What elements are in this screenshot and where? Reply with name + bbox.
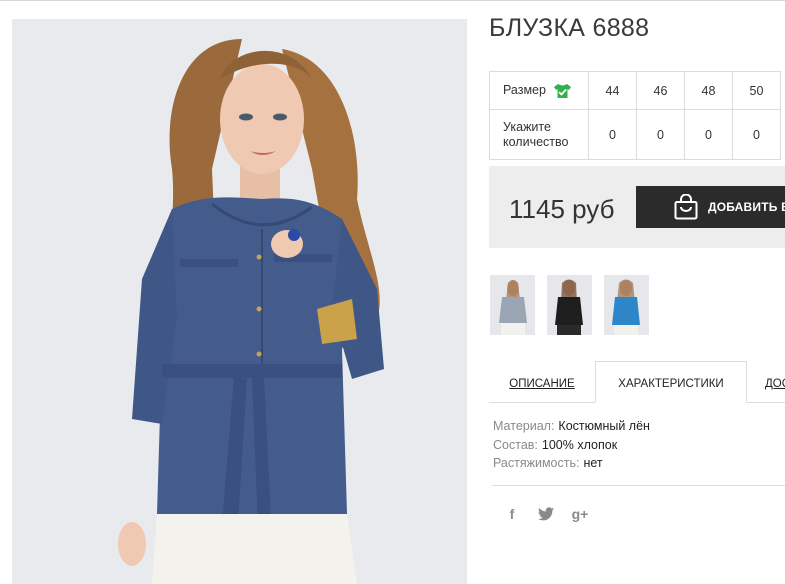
spec-row-composition: Состав: 100% хлопок [493,436,650,455]
thumb-grey-blouse[interactable] [490,275,535,335]
facebook-icon[interactable]: f [503,506,521,522]
social-share: f g+ [503,506,589,522]
product-main-photo[interactable] [12,19,467,584]
quantity-label: Укажите количество [489,109,589,160]
product-price: 1145 руб [509,194,615,224]
tab-description[interactable]: ОПИСАНИЕ [489,361,595,403]
spec-value: Костюмный лён [558,419,650,433]
google-plus-icon[interactable]: g+ [571,506,589,522]
product-title: БЛУЗКА 6888 [489,14,650,42]
top-divider [0,0,785,1]
spec-row-stretch: Растяжимость: нет [493,454,650,473]
shirt-check-icon[interactable] [553,83,571,98]
spec-value: нет [583,456,603,470]
spec-key: Состав: [493,437,538,452]
size-label: Размер [503,83,546,97]
price-bar: 1145 руб ДОБАВИТЬ В З [489,166,785,248]
thumb-blue-blouse[interactable] [604,275,649,335]
size-44: 44 [588,71,637,110]
size-46: 46 [636,71,685,110]
spec-key: Растяжимость: [493,456,580,470]
quantity-input-46[interactable]: 0 [636,109,685,160]
quantity-input-48[interactable]: 0 [684,109,733,160]
size-quantity-table: Размер 44 46 48 50 Укажите количество 0 … [489,71,781,160]
add-to-cart-button[interactable]: ДОБАВИТЬ В З [636,186,785,228]
size-label-cell: Размер [489,71,589,110]
spec-value: 100% хлопок [541,437,618,452]
thumb-black-blouse[interactable] [547,275,592,335]
twitter-icon[interactable] [538,507,554,521]
quantity-row: Укажите количество 0 0 0 0 [489,109,781,160]
spec-row-material: Материал: Костюмный лён [493,417,650,436]
social-divider [492,485,785,486]
shopping-bag-icon [674,194,698,220]
add-to-cart-label: ДОБАВИТЬ В З [708,200,785,214]
quantity-input-44[interactable]: 0 [588,109,637,160]
size-row: Размер 44 46 48 50 [489,71,781,110]
spec-key: Материал: [493,419,555,433]
product-tabs: ОПИСАНИЕ ХАРАКТЕРИСТИКИ ДОС [489,361,785,403]
tab-delivery[interactable]: ДОС [765,361,785,403]
size-50: 50 [732,71,781,110]
size-48: 48 [684,71,733,110]
thumbnail-strip [490,275,649,335]
model-illustration [12,19,467,584]
tab-characteristics[interactable]: ХАРАКТЕРИСТИКИ [595,361,747,403]
quantity-input-50[interactable]: 0 [732,109,781,160]
characteristics-list: Материал: Костюмный лён Состав: 100% хлопо… [493,417,650,473]
